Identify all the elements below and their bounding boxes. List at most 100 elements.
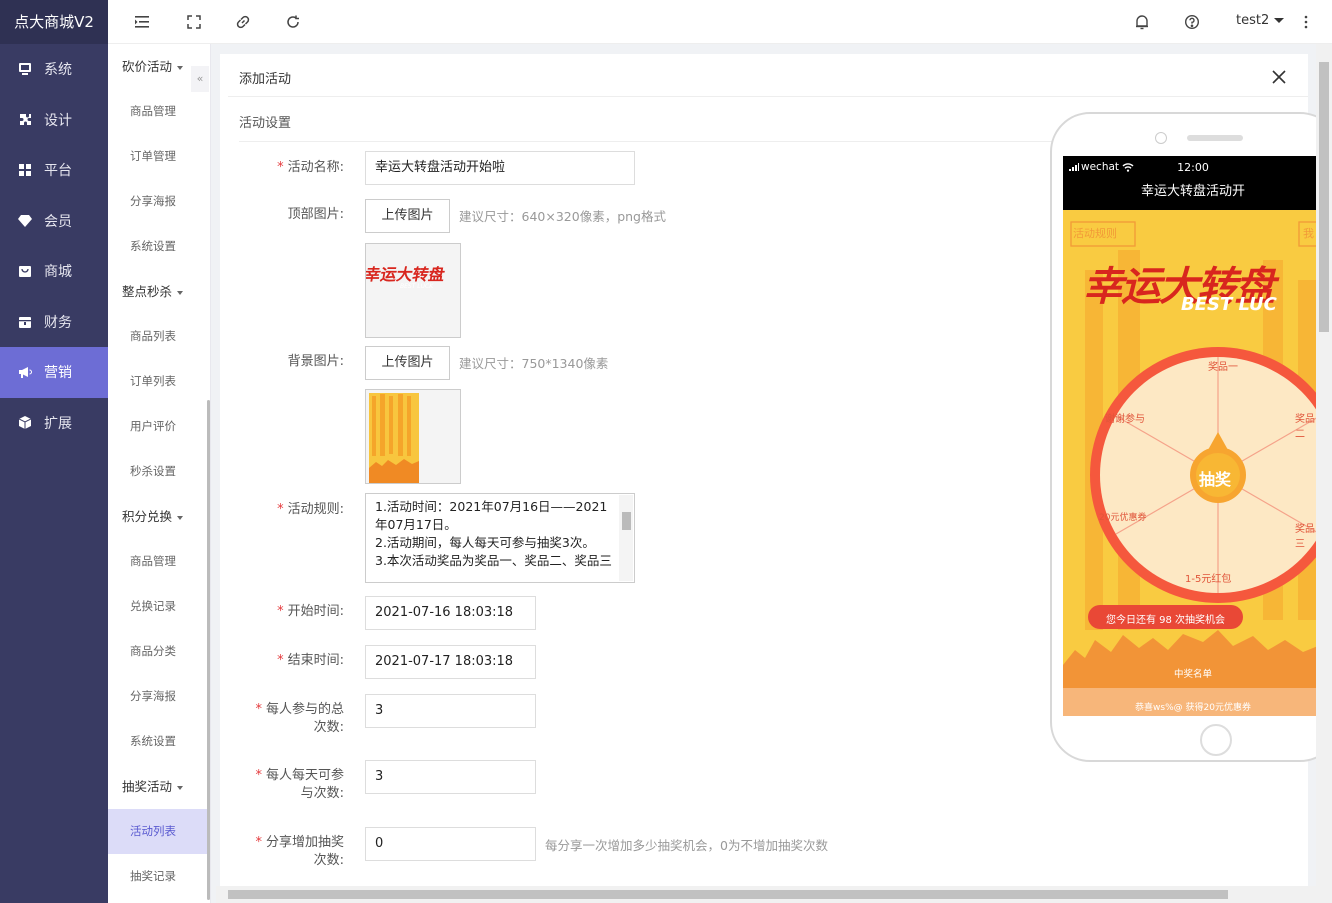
total-times-input[interactable]: 3 <box>365 694 536 728</box>
end-time-label: * 结束时间: <box>277 653 344 668</box>
rules-text: 1.活动时间：2021年07月16日——2021年07月17日。 2.活动期间，… <box>375 499 612 568</box>
main-nav-item[interactable]: 营销 <box>0 347 108 398</box>
mine-button[interactable]: 我 <box>1303 225 1314 241</box>
horizontal-scroll-thumb[interactable] <box>228 890 1228 899</box>
megaphone-icon <box>18 365 32 379</box>
start-time-label: * 开始时间: <box>277 604 344 619</box>
wallet-icon <box>18 315 32 329</box>
sub-nav-item[interactable]: 商品分类 <box>108 629 210 674</box>
svg-text:BEST LUCK: BEST LUCK <box>400 283 434 290</box>
sub-sidebar: 砍价活动 商品管理 订单管理 分享海报 系统设置 整点秒杀 商品列表 订单列表 用户评价 秒杀设置… <box>108 44 211 903</box>
phone-home-button <box>1200 724 1232 756</box>
vertical-scroll-thumb[interactable] <box>1319 62 1329 332</box>
main-nav-label: 财务 <box>44 314 72 331</box>
top-bar: test2 <box>108 0 1332 44</box>
share-times-hint: 每分享一次增加多少抽奖机会，0为不增加抽奖次数 <box>545 838 828 853</box>
sub-nav-item[interactable]: 订单列表 <box>108 359 210 404</box>
sub-nav-item[interactable]: 活动列表 <box>108 809 210 854</box>
end-time-input[interactable]: 2021-07-17 18:03:18 <box>365 645 536 679</box>
phone-speaker <box>1187 135 1243 141</box>
user-menu[interactable]: test2 <box>1236 13 1285 28</box>
top-image-preview[interactable]: 幸运大转盘 BEST LUCK <box>363 243 461 338</box>
winner-line: 恭喜ws%@ 获得20元优惠券 <box>1135 703 1251 713</box>
prize-5: 20元优惠券 <box>1099 513 1147 523</box>
bell-icon[interactable] <box>1133 13 1151 31</box>
winners-title: 中奖名单 <box>1173 669 1212 680</box>
lottery-game: 活动规则 我 幸运大转盘 BEST LUC 奖品一 奖品二 奖品三 1-5元红包… <box>1063 210 1323 716</box>
chevron-down-icon <box>177 785 184 790</box>
page-horizontal-scrollbar[interactable] <box>216 886 1316 903</box>
grid-icon <box>18 163 32 177</box>
top-image-label: 顶部图片: <box>287 207 344 222</box>
cube-icon <box>18 416 32 430</box>
upload-bg-image-button[interactable]: 上传图片 <box>365 346 450 380</box>
rules-textarea[interactable]: 1.活动时间：2021年07月16日——2021年07月17日。 2.活动期间，… <box>365 493 635 583</box>
sub-nav-group[interactable]: 积分兑换 <box>108 494 210 539</box>
main-nav-label: 平台 <box>44 163 72 180</box>
rules-button[interactable]: 活动规则 <box>1073 225 1117 241</box>
daily-times-input[interactable]: 3 <box>365 760 536 794</box>
sub-nav-item[interactable]: 系统设置 <box>108 224 210 269</box>
start-time-input[interactable]: 2021-07-16 18:03:18 <box>365 596 536 630</box>
bg-image-label: 背景图片: <box>287 354 344 369</box>
main-nav-item[interactable]: 会员 <box>0 196 108 247</box>
sub-nav-group-label: 积分兑换 <box>122 509 173 524</box>
phone-screen: wechat 12:00 幸运大转盘活动开 活动规则 我 幸运大转盘 BEST … <box>1063 156 1323 716</box>
sub-nav-item[interactable]: 分享海报 <box>108 179 210 224</box>
sub-nav-item[interactable]: 秒杀设置 <box>108 449 210 494</box>
sub-nav-group[interactable]: 抽奖活动 <box>108 764 210 809</box>
bg-image-preview[interactable] <box>365 389 461 484</box>
menu-toggle-icon[interactable] <box>134 13 152 31</box>
daily-times-label: * 每人每天可参 与次数: <box>255 768 344 801</box>
refresh-icon[interactable] <box>284 13 302 31</box>
main-nav-item[interactable]: 扩展 <box>0 398 108 449</box>
sub-nav-item[interactable]: 商品管理 <box>108 89 210 134</box>
main-nav-item[interactable]: 设计 <box>0 95 108 146</box>
phone-preview: wechat 12:00 幸运大转盘活动开 活动规则 我 幸运大转盘 BEST … <box>1050 112 1332 762</box>
close-icon[interactable] <box>1272 70 1290 88</box>
share-times-input[interactable]: 0 <box>365 827 536 861</box>
phone-camera <box>1155 132 1167 144</box>
sub-nav-item[interactable]: 抽奖记录 <box>108 854 210 899</box>
total-times-label: * 每人参与的总 次数: <box>255 702 344 735</box>
activity-name-label: * 活动名称: <box>277 160 344 175</box>
page-vertical-scrollbar[interactable] <box>1316 44 1332 903</box>
collapse-sidebar-button[interactable]: « <box>191 66 209 92</box>
sub-nav-item[interactable]: 用户评价 <box>108 404 210 449</box>
main-nav-item[interactable]: 系统 <box>0 44 108 95</box>
sub-sidebar-scrollbar[interactable] <box>207 400 210 900</box>
puzzle-icon <box>18 113 32 127</box>
main-nav-item[interactable]: 财务 <box>0 297 108 348</box>
fullscreen-icon[interactable] <box>185 13 203 31</box>
sub-nav-item[interactable]: 商品管理 <box>108 539 210 584</box>
prize-6: 谢谢参与 <box>1105 414 1145 425</box>
main-nav-item[interactable]: 平台 <box>0 145 108 196</box>
more-vertical-icon[interactable] <box>1297 13 1315 31</box>
chances-banner: 您今日还有 98 次抽奖机会 <box>1105 615 1226 626</box>
sub-nav-item[interactable]: 系统设置 <box>108 719 210 764</box>
sub-nav-item[interactable]: 兑换记录 <box>108 584 210 629</box>
main-nav-label: 设计 <box>44 112 72 129</box>
prize-1: 奖品一 <box>1208 362 1238 373</box>
textarea-scrollbar[interactable] <box>619 495 633 581</box>
sub-nav-item[interactable]: 商品列表 <box>108 314 210 359</box>
sub-nav-item[interactable]: 订单管理 <box>108 134 210 179</box>
main-nav-item[interactable]: 商城 <box>0 246 108 297</box>
link-icon[interactable] <box>234 13 252 31</box>
svg-text:幸运大转盘: 幸运大转盘 <box>366 265 446 284</box>
phone-status-bar: wechat 12:00 <box>1063 156 1323 178</box>
main-nav-label: 商城 <box>44 264 72 281</box>
section-title: 活动设置 <box>239 116 292 131</box>
sub-nav-group[interactable]: 整点秒杀 <box>108 269 210 314</box>
sub-nav-item[interactable]: 分享海报 <box>108 674 210 719</box>
spin-button[interactable]: 抽奖 <box>1199 466 1231 490</box>
monitor-icon <box>18 62 32 76</box>
chevron-down-icon <box>177 515 184 520</box>
help-icon[interactable] <box>1183 13 1201 31</box>
upload-top-image-button[interactable]: 上传图片 <box>365 199 450 233</box>
activity-name-input[interactable]: 幸运大转盘活动开始啦 <box>365 151 635 185</box>
chevron-down-icon <box>1274 18 1285 23</box>
sub-nav-group-label: 抽奖活动 <box>122 779 173 794</box>
textarea-scroll-thumb[interactable] <box>622 512 631 530</box>
main-nav-label: 系统 <box>44 62 72 79</box>
